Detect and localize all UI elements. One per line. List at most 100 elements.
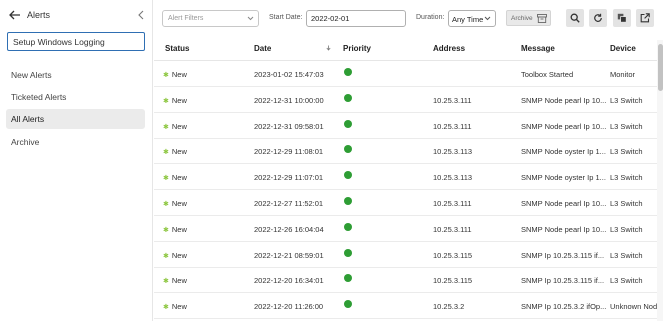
device-cell: L3 Switch [610, 95, 643, 105]
device-cell: L3 Switch [610, 276, 643, 286]
start-date-input[interactable] [306, 10, 406, 27]
refresh-button[interactable] [589, 9, 607, 27]
address-cell: 10.25.3.2 [433, 302, 465, 312]
message-cell: SNMP Node pearl Ip 10... [521, 121, 607, 131]
column-header-date[interactable]: Date [254, 44, 271, 53]
status-text: New [171, 224, 187, 234]
chevron-down-icon [247, 16, 254, 21]
priority-indicator-icon [344, 119, 352, 128]
new-star-icon: ✱ [163, 175, 169, 183]
chevron-left-icon[interactable] [136, 9, 146, 21]
priority-indicator-icon [344, 68, 352, 76]
scrollbar-thumb[interactable] [658, 44, 663, 91]
column-header-status[interactable]: Status [165, 44, 189, 53]
address-cell: 10.25.3.113 [433, 147, 473, 157]
device-cell: L3 Switch [610, 147, 643, 157]
status-cell: ✱ New [163, 147, 233, 156]
status-text: New [171, 199, 187, 208]
sidebar-item-archive[interactable]: Archive [6, 132, 145, 152]
status-cell: ✱ New [163, 199, 233, 208]
sidebar-header: Alerts [0, 0, 153, 30]
address-cell: 10.25.3.111 [433, 224, 472, 234]
date-cell: 2022-12-29 11:08:01 [254, 147, 324, 157]
table-row[interactable]: ✱ New 2022-12-20 11:26:00 10.25.3.2 SNMP Ip … [154, 293, 657, 320]
status-cell: ✱ New [163, 251, 233, 260]
sidebar: Alerts New Alerts Ticketed Alerts All Al… [0, 0, 153, 321]
column-header-priority[interactable]: Priority [343, 44, 371, 53]
table-row[interactable]: ✱ New 2022-12-20 16:34:01 10.25.3.115 SNMP I… [154, 267, 657, 294]
priority-indicator-icon [344, 171, 352, 180]
status-text: New [171, 147, 187, 157]
status-cell: ✱ New [163, 276, 233, 285]
chevron-down-icon [484, 16, 491, 21]
new-star-icon: ✱ [163, 123, 169, 131]
new-star-icon: ✱ [163, 72, 169, 79]
new-star-icon: ✱ [163, 201, 169, 208]
sidebar-title: Alerts [27, 10, 51, 20]
priority-indicator-icon [344, 197, 352, 205]
date-cell: 2022-12-31 10:00:00 [254, 95, 324, 105]
device-cell: L3 Switch [610, 173, 643, 183]
archive-box-icon [537, 14, 547, 23]
status-text: New [171, 121, 187, 131]
sidebar-item-all-alerts[interactable]: All Alerts [6, 109, 145, 129]
message-cell: SNMP Node oyster Ip 1... [521, 147, 606, 157]
table-row[interactable]: ✱ New 2023-01-02 15:47:03 Toolbox Started Mo… [154, 61, 657, 87]
sidebar-item-ticketed-alerts[interactable]: Ticketed Alerts [6, 87, 145, 107]
column-header-address[interactable]: Address [433, 44, 465, 53]
priority-indicator-icon [344, 222, 352, 231]
device-cell: L3 Switch [610, 121, 643, 131]
search-button[interactable] [566, 9, 584, 27]
table-row[interactable]: ✱ New 2022-12-29 11:07:01 10.25.3.113 SNMP N… [154, 164, 657, 191]
message-cell: SNMP Ip 10.25.3.115 if... [521, 276, 605, 286]
column-header-message[interactable]: Message [521, 44, 555, 53]
date-cell: 2022-12-20 16:34:01 [254, 276, 324, 286]
device-cell: Monitor [610, 70, 636, 79]
archive-button[interactable]: Archive [506, 10, 551, 26]
message-cell: SNMP Node oyster Ip 1... [521, 173, 606, 183]
priority-indicator-icon [344, 248, 352, 257]
column-header-device[interactable]: Device [610, 44, 636, 53]
copy-icon [617, 13, 627, 23]
export-button[interactable] [636, 9, 654, 27]
address-cell: 10.25.3.111 [433, 121, 472, 131]
date-cell: 2022-12-27 11:52:01 [254, 199, 324, 208]
device-cell: L3 Switch [610, 224, 643, 234]
address-cell: 10.25.3.111 [433, 199, 472, 208]
table-row[interactable]: ✱ New 2022-12-27 11:52:01 10.25.3.111 SNMP N… [154, 190, 657, 216]
status-cell: ✱ New [163, 173, 233, 182]
table-row[interactable]: ✱ New 2022-12-31 09:58:01 10.25.3.111 SNMP N… [154, 113, 657, 139]
priority-indicator-icon [344, 300, 352, 309]
search-icon [570, 13, 580, 23]
date-cell: 2022-12-26 16:04:04 [254, 224, 324, 234]
address-cell: 10.25.3.111 [433, 95, 472, 105]
date-cell: 2023-01-02 15:47:03 [254, 70, 324, 79]
sidebar-item-new-alerts[interactable]: New Alerts [6, 65, 145, 85]
address-cell: 10.25.3.115 [433, 276, 473, 286]
sort-descending-icon[interactable] [326, 45, 331, 51]
new-star-icon: ✱ [163, 97, 169, 105]
message-cell: SNMP Node pearl Ip 10... [521, 224, 607, 234]
address-cell: 10.25.3.113 [433, 173, 473, 183]
status-cell: ✱ New [163, 302, 233, 311]
table-row[interactable]: ✱ New 2022-12-29 11:08:01 10.25.3.113 SNMP N… [154, 138, 657, 165]
start-date-label: Start Date: [269, 14, 303, 21]
device-cell: L3 Switch [610, 199, 643, 208]
copy-button[interactable] [613, 9, 631, 27]
priority-indicator-icon [344, 274, 352, 283]
sidebar-search-input[interactable] [7, 32, 145, 51]
message-cell: SNMP Node pearl Ip 10... [521, 95, 607, 105]
status-cell: ✱ New [163, 70, 233, 79]
table-row[interactable]: ✱ New 2022-12-26 16:04:04 10.25.3.111 SNMP N… [154, 216, 657, 242]
status-cell: ✱ New [163, 122, 233, 131]
message-cell: SNMP Ip 10.25.3.115 if... [521, 250, 605, 260]
table-row[interactable]: ✱ New 2022-12-21 08:59:01 10.25.3.115 SNMP I… [154, 242, 657, 268]
status-text: New [171, 250, 187, 260]
table-row[interactable]: ✱ New 2022-12-31 10:00:00 10.25.3.111 SNMP N… [154, 87, 657, 113]
duration-select[interactable]: Any Time [448, 10, 496, 27]
priority-indicator-icon [344, 145, 352, 154]
new-star-icon: ✱ [163, 304, 169, 312]
new-star-icon: ✱ [163, 226, 169, 234]
back-arrow-icon[interactable] [8, 8, 22, 22]
alert-filters-select[interactable]: Alert Filters [162, 10, 259, 27]
